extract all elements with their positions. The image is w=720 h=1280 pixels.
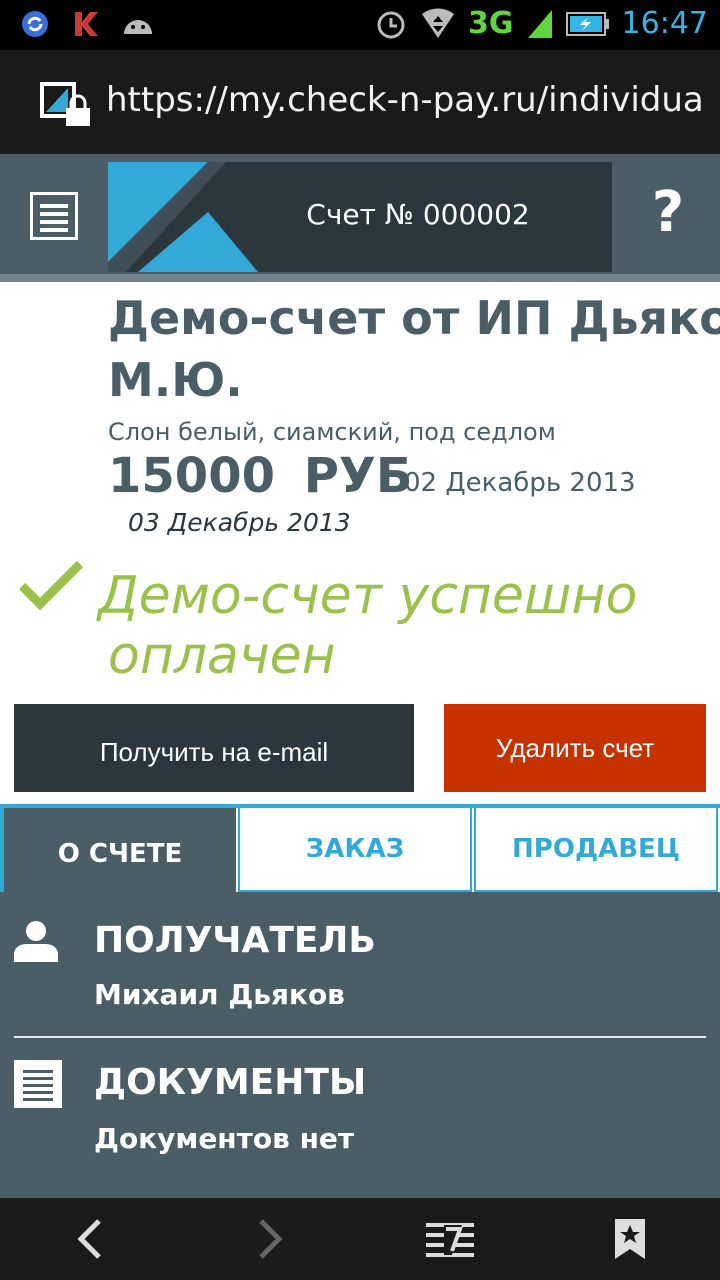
- help-button[interactable]: ?: [640, 180, 696, 250]
- document-icon: [14, 1060, 62, 1108]
- chevron-right-icon: [259, 1219, 283, 1259]
- clock: 16:47: [621, 6, 708, 41]
- tabs-icon: [426, 1223, 474, 1257]
- page-title: Счет № 000002: [306, 198, 530, 231]
- bookmark-star-icon: [615, 1219, 645, 1259]
- send-email-button[interactable]: Получить на e-mail: [14, 704, 414, 792]
- battery-icon: [565, 11, 609, 36]
- invoice-title: Демо-счет от ИП Дьяков: [108, 291, 720, 345]
- browser-bottom-nav: [0, 1198, 720, 1280]
- tab-seller[interactable]: ПРОДАВЕЦ: [474, 808, 718, 892]
- app-header: Счет № 000002 ?: [0, 154, 720, 274]
- network-type: 3G: [468, 6, 514, 41]
- details-panel: ПОЛУЧАТЕЛЬ Михаил Дьяков ДОКУМЕНТЫ Докум…: [0, 892, 720, 1198]
- documents-title: ДОКУМЕНТЫ: [94, 1062, 367, 1103]
- kaspersky-icon: [75, 12, 98, 36]
- header-divider: [0, 274, 720, 282]
- tabs-button[interactable]: [420, 1214, 480, 1264]
- invoice-description: Слон белый, сиамский, под седлом: [108, 418, 556, 446]
- date-paid: 03 Декабрь 2013: [128, 508, 351, 537]
- invoice-amount: 15000 РУБ: [108, 448, 413, 504]
- tab-invoice[interactable]: О СЧЕТЕ: [0, 808, 236, 892]
- signal-icon: [527, 9, 552, 38]
- status-bar: 3G 16:47: [0, 0, 720, 50]
- android-icon: [124, 20, 152, 34]
- secure-lock-icon: [40, 82, 90, 126]
- payment-status-line1: Демо-счет успешно: [98, 566, 638, 626]
- tab-order[interactable]: ЗАКАЗ: [238, 808, 472, 892]
- forward-button[interactable]: [240, 1214, 300, 1264]
- section-divider: [14, 1036, 706, 1038]
- chevron-left-icon: [77, 1219, 101, 1259]
- back-button[interactable]: [60, 1214, 120, 1264]
- payment-status: Демо-счет успешно оплачен: [98, 566, 718, 686]
- documents-value: Документов нет: [94, 1122, 355, 1155]
- alarm-icon: [377, 11, 405, 38]
- menu-button[interactable]: [30, 192, 78, 240]
- amount-value: 15000: [108, 448, 275, 504]
- browser-url-bar[interactable]: https://my.check-n-pay.ru/individual,: [0, 50, 720, 154]
- bookmarks-button[interactable]: [600, 1214, 660, 1264]
- wifi-icon: [422, 7, 455, 38]
- invoice-title-line2: М.Ю.: [108, 353, 243, 407]
- delete-invoice-button[interactable]: Удалить счет: [444, 704, 706, 792]
- person-icon: [14, 921, 58, 962]
- amount-currency: РУБ: [303, 448, 413, 504]
- title-panel: Счет № 000002: [108, 162, 612, 272]
- checkmark-icon: [20, 560, 84, 611]
- sync-icon: [22, 11, 48, 37]
- recipient-name: Михаил Дьяков: [94, 978, 345, 1011]
- recipient-title: ПОЛУЧАТЕЛЬ: [94, 920, 376, 961]
- url-text[interactable]: https://my.check-n-pay.ru/individual,: [106, 80, 706, 120]
- payment-status-line2: оплачен: [108, 626, 336, 686]
- date-issued: 02 Декабрь 2013: [404, 468, 636, 498]
